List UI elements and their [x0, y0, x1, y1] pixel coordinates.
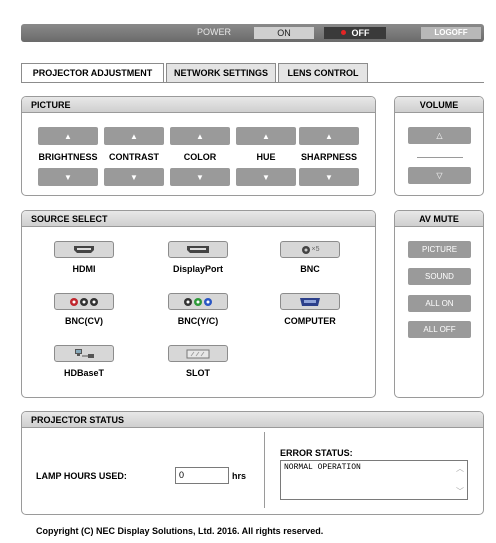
source-computer-button[interactable] — [280, 293, 340, 310]
source-bnc-cv-label: BNC(CV) — [65, 316, 103, 326]
picture-panel-title: PICTURE — [22, 97, 375, 113]
power-label: POWER — [197, 27, 232, 37]
source-bnc-yc-button[interactable] — [168, 293, 228, 310]
projector-status-title: PROJECTOR STATUS — [22, 412, 483, 428]
volume-down-button[interactable]: ▽ — [408, 167, 471, 184]
power-bar: POWER ON OFF LOGOFF — [21, 24, 484, 42]
volume-panel-title: VOLUME — [395, 97, 483, 113]
contrast-up-button[interactable]: ▲ — [104, 127, 164, 145]
hdmi-icon — [74, 246, 94, 253]
av-mute-sound-button[interactable]: SOUND — [408, 268, 471, 285]
vga-connector-icon — [300, 297, 320, 306]
tab-lens-control[interactable]: LENS CONTROL — [278, 63, 368, 82]
up-arrow-icon: ▲ — [64, 131, 72, 141]
error-status-scrollbar[interactable]: ︿ ﹀ — [455, 463, 465, 497]
lamp-hours-label: LAMP HOURS USED: — [36, 471, 127, 481]
volume-up-icon: △ — [436, 131, 443, 140]
source-hdmi-label: HDMI — [72, 264, 96, 274]
bnc-count-label: ×5 — [311, 246, 320, 253]
hue-label: HUE — [256, 152, 276, 162]
hue-up-button[interactable]: ▲ — [236, 127, 296, 145]
bnc-connector-icon — [301, 245, 310, 254]
av-mute-picture-button[interactable]: PICTURE — [408, 241, 471, 258]
scroll-down-icon[interactable]: ﹀ — [456, 486, 464, 497]
source-hdmi-button[interactable] — [54, 241, 114, 258]
picture-panel: PICTURE ▲ ▲ ▲ ▲ ▲ BRIGHTNESS CONTRAST CO… — [21, 96, 376, 196]
source-slot-button[interactable] — [168, 345, 228, 362]
power-on-button[interactable]: ON — [254, 27, 314, 39]
source-computer-label: COMPUTER — [284, 316, 336, 326]
tab-underline — [21, 82, 484, 83]
bnc-yc-connector-icon — [184, 297, 212, 306]
displayport-icon — [187, 246, 209, 253]
copyright-text: Copyright (C) NEC Display Solutions, Ltd… — [36, 526, 324, 536]
source-bnc-label: BNC — [300, 264, 320, 274]
scroll-up-icon[interactable]: ︿ — [456, 463, 464, 474]
up-arrow-icon: ▲ — [325, 131, 333, 141]
tab-network-settings[interactable]: NETWORK SETTINGS — [166, 63, 276, 82]
power-status-indicator — [340, 30, 346, 35]
volume-down-icon: ▽ — [436, 171, 443, 180]
av-mute-all-off-button[interactable]: ALL OFF — [408, 321, 471, 338]
bnc-cv-connector-icon — [70, 297, 98, 306]
hdbaset-icon — [75, 349, 94, 358]
brightness-label: BRIGHTNESS — [38, 152, 98, 162]
sharpness-down-button[interactable]: ▼ — [299, 168, 359, 186]
tab-projector-adjustment[interactable]: PROJECTOR ADJUSTMENT — [21, 63, 164, 83]
brightness-up-button[interactable]: ▲ — [38, 127, 98, 145]
volume-divider — [417, 157, 463, 158]
source-displayport-label: DisplayPort — [172, 264, 223, 274]
source-bnc-button[interactable]: ×5 — [280, 241, 340, 258]
up-arrow-icon: ▲ — [130, 131, 138, 141]
down-arrow-icon: ▼ — [130, 172, 138, 182]
sharpness-label: SHARPNESS — [300, 152, 357, 162]
source-select-panel: SOURCE SELECT HDMI DisplayPort ×5 BNC BN… — [21, 210, 376, 398]
error-status-textarea[interactable]: NORMAL OPERATION ︿ ﹀ — [280, 460, 468, 500]
brightness-down-button[interactable]: ▼ — [38, 168, 98, 186]
source-bnc-yc-label: BNC(Y/C) — [177, 316, 219, 326]
hue-down-button[interactable]: ▼ — [236, 168, 296, 186]
down-arrow-icon: ▼ — [325, 172, 333, 182]
av-mute-panel: AV MUTE PICTURE SOUND ALL ON ALL OFF — [394, 210, 484, 398]
source-hdbaset-button[interactable] — [54, 345, 114, 362]
contrast-down-button[interactable]: ▼ — [104, 168, 164, 186]
error-status-label: ERROR STATUS: — [280, 448, 353, 458]
down-arrow-icon: ▼ — [64, 172, 72, 182]
volume-up-button[interactable]: △ — [408, 127, 471, 144]
slot-icon — [186, 349, 210, 358]
logoff-button[interactable]: LOGOFF — [421, 27, 481, 39]
power-off-button[interactable]: OFF — [324, 27, 386, 39]
down-arrow-icon: ▼ — [262, 172, 270, 182]
lamp-hours-unit: hrs — [232, 471, 247, 481]
status-divider — [264, 432, 265, 508]
color-label: COLOR — [183, 152, 217, 162]
up-arrow-icon: ▲ — [262, 131, 270, 141]
down-arrow-icon: ▼ — [196, 172, 204, 182]
source-hdbaset-label: HDBaseT — [63, 368, 104, 378]
source-bnc-cv-button[interactable] — [54, 293, 114, 310]
source-slot-label: SLOT — [186, 368, 210, 378]
projector-status-panel: PROJECTOR STATUS LAMP HOURS USED: 0 hrs … — [21, 411, 484, 515]
contrast-label: CONTRAST — [109, 152, 159, 162]
color-up-button[interactable]: ▲ — [170, 127, 230, 145]
sharpness-up-button[interactable]: ▲ — [299, 127, 359, 145]
av-mute-title: AV MUTE — [395, 211, 483, 227]
up-arrow-icon: ▲ — [196, 131, 204, 141]
source-select-title: SOURCE SELECT — [22, 211, 375, 227]
power-off-label: OFF — [351, 28, 370, 38]
volume-panel: VOLUME △ ▽ — [394, 96, 484, 196]
lamp-hours-field[interactable]: 0 — [175, 467, 229, 484]
error-status-value: NORMAL OPERATION — [284, 463, 361, 472]
source-displayport-button[interactable] — [168, 241, 228, 258]
color-down-button[interactable]: ▼ — [170, 168, 230, 186]
av-mute-all-on-button[interactable]: ALL ON — [408, 295, 471, 312]
